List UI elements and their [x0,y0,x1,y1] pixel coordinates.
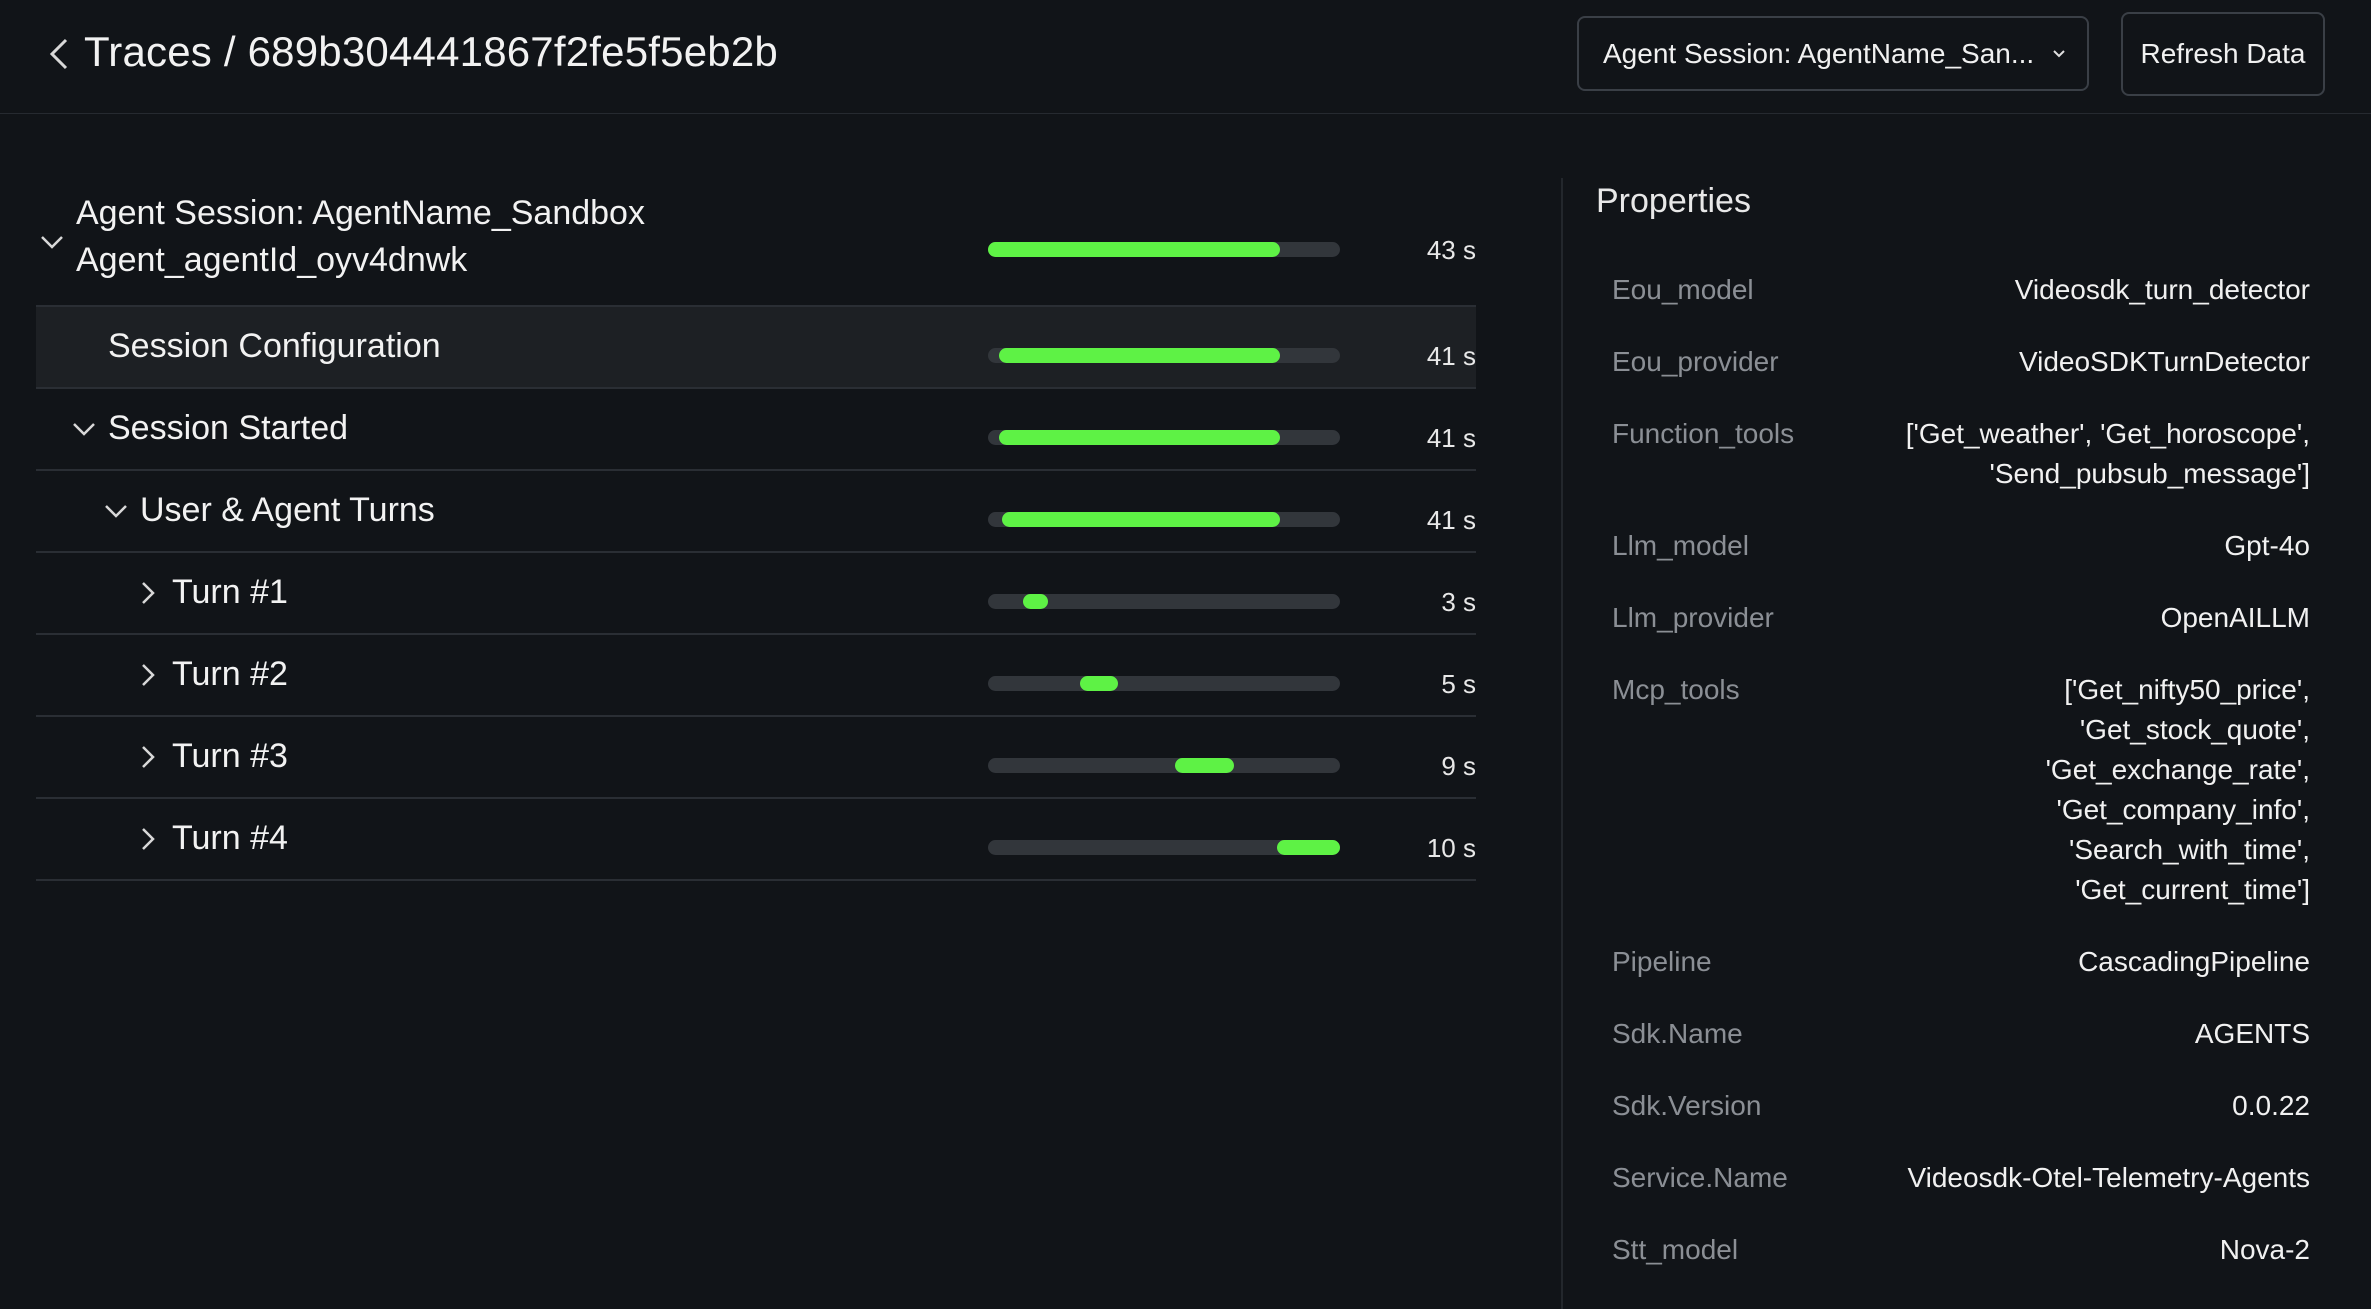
chevron-down-icon[interactable] [102,497,130,525]
duration-label: 9 s [1441,751,1476,781]
duration-bar-fill [1023,594,1048,609]
refresh-data-button[interactable]: Refresh Data [2121,12,2325,96]
trace-row-label: Session Configuration [108,327,441,365]
property-key: Sdk.Version [1612,1090,1762,1121]
chevron-down-icon[interactable] [70,415,98,443]
property-value: AGENTS [2194,1018,2310,1049]
duration-label: 41 s [1426,341,1476,371]
trace-row-label: Turn #3 [172,737,288,775]
duration-bar-fill [998,430,1281,445]
top-bar: Traces / 689b304441867f2fe5f5eb2b Agent … [0,0,2371,114]
duration-bar-fill [1002,512,1281,527]
chevron-left-icon[interactable] [44,34,76,74]
property-row: Function_tools ['Get_weather', 'Get_horos… [1612,414,2310,494]
property-value: 0.0.22 [2232,1090,2310,1121]
property-key: Eou_provider [1612,346,1779,377]
chevron-right-icon[interactable] [134,743,162,771]
property-key: Service.Name [1612,1162,1788,1193]
duration-bar-fill [1079,676,1119,691]
trace-row-turn-1[interactable]: Turn #1 3 s [36,553,1476,635]
trace-row-label: Turn #1 [172,573,288,611]
duration-label: 41 s [1426,423,1476,453]
property-value: ['Get_nifty50_price', 'Get_stock_quote',… [2045,674,2310,905]
duration-bar-fill [1276,840,1340,855]
property-row: Llm_model Gpt-4o [1612,526,2310,566]
trace-tree: Agent Session: AgentName_Sandbox Agent_a… [36,180,1476,881]
chevron-down-icon [2053,49,2065,57]
property-value: Nova-2 [2219,1234,2310,1265]
session-select-value: Agent Session: AgentName_San... [1603,37,2035,69]
properties-list: Eou_model Videosdk_turn_detector Eou_provi… [1612,270,2310,1302]
duration-bar [988,840,1340,855]
trace-row-root[interactable]: Agent Session: AgentName_Sandbox Agent_a… [36,180,1476,307]
trace-row-label: Turn #2 [172,655,288,693]
property-key: Mcp_tools [1612,674,1740,705]
trace-row-label: Turn #4 [172,819,288,857]
duration-label: 3 s [1441,587,1476,617]
trace-row-turn-4[interactable]: Turn #4 10 s [36,799,1476,881]
duration-bar [988,512,1340,527]
property-key: Stt_model [1612,1234,1739,1265]
trace-row-session-started[interactable]: Session Started 41 s [36,389,1476,471]
property-value: VideoSDKTurnDetector [2018,346,2310,377]
trace-row-label: User & Agent Turns [140,491,435,529]
property-row: Mcp_tools ['Get_nifty50_price', 'Get_stoc… [1612,670,2310,910]
property-key: Pipeline [1612,946,1712,977]
duration-bar [988,242,1340,257]
property-value: CascadingPipeline [2078,946,2310,977]
property-value: OpenAILLM [2160,602,2310,633]
chevron-right-icon[interactable] [134,825,162,853]
property-value: ['Get_weather', 'Get_horoscope', 'Send_p… [1905,418,2310,489]
duration-bar [988,758,1340,773]
duration-label: 10 s [1426,833,1476,863]
duration-bar [988,348,1340,363]
chevron-down-icon[interactable] [38,228,66,256]
property-key: Eou_model [1612,274,1754,305]
duration-label: 43 s [1426,235,1476,265]
panel-divider [1561,178,1563,1309]
property-key: Llm_model [1612,530,1749,561]
property-row: Stt_model Nova-2 [1612,1230,2310,1270]
duration-bar-fill [988,242,1281,257]
duration-bar-fill [1174,758,1235,773]
duration-bar-fill [998,348,1281,363]
property-row: Sdk.Version 0.0.22 [1612,1086,2310,1126]
duration-bar [988,430,1340,445]
trace-row-user-agent-turns[interactable]: User & Agent Turns 41 s [36,471,1476,553]
root-label-line2: Agent_agentId_oyv4dnwk [76,241,468,279]
property-key: Llm_provider [1612,602,1774,633]
property-value: Videosdk-Otel-Telemetry-Agents [1907,1162,2310,1193]
trace-row-label: Agent Session: AgentName_Sandbox Agent_a… [76,190,645,284]
chevron-right-icon[interactable] [134,579,162,607]
duration-label: 41 s [1426,505,1476,535]
duration-bar [988,676,1340,691]
property-row: Eou_provider VideoSDKTurnDetector [1612,342,2310,382]
duration-label: 5 s [1441,669,1476,699]
chevron-right-icon[interactable] [134,661,162,689]
properties-title: Properties [1596,182,1751,220]
trace-row-turn-3[interactable]: Turn #3 9 s [36,717,1476,799]
property-row: Llm_provider OpenAILLM [1612,598,2310,638]
property-row: Pipeline CascadingPipeline [1612,942,2310,982]
duration-bar [988,594,1340,609]
property-row: Eou_model Videosdk_turn_detector [1612,270,2310,310]
property-value: Gpt-4o [2224,530,2310,561]
session-select[interactable]: Agent Session: AgentName_San... [1577,16,2089,91]
property-row: Sdk.Name AGENTS [1612,1014,2310,1054]
trace-row-session-configuration[interactable]: Session Configuration 41 s [36,307,1476,389]
trace-row-label: Session Started [108,409,349,447]
property-row: Service.Name Videosdk-Otel-Telemetry-Agen… [1612,1158,2310,1198]
property-key: Function_tools [1612,418,1795,449]
root-label-line1: Agent Session: AgentName_Sandbox [76,194,645,232]
page-title: Traces / 689b304441867f2fe5f5eb2b [84,28,778,75]
trace-row-turn-2[interactable]: Turn #2 5 s [36,635,1476,717]
property-value: Videosdk_turn_detector [2014,274,2310,305]
property-key: Sdk.Name [1612,1018,1743,1049]
